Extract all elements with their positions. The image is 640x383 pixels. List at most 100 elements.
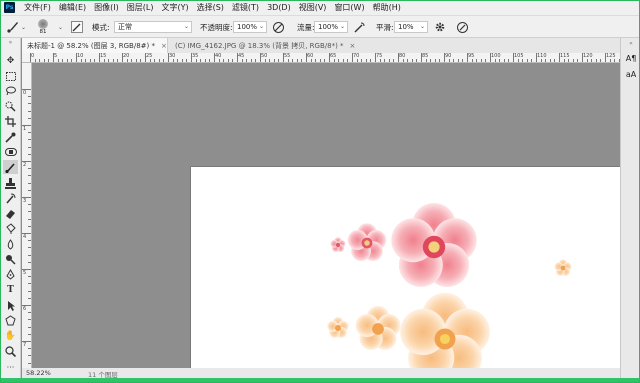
dodge-icon[interactable] bbox=[3, 252, 18, 266]
collapse-chevron-icon[interactable]: » bbox=[3, 39, 18, 46]
ruler-tick bbox=[209, 59, 211, 62]
marquee-icon[interactable] bbox=[3, 69, 18, 83]
lasso-icon[interactable] bbox=[3, 84, 18, 98]
smoothing-label: 平滑: bbox=[376, 22, 394, 32]
ruler-tick bbox=[361, 59, 363, 62]
ruler-tick bbox=[22, 341, 31, 342]
ruler-tick bbox=[28, 132, 31, 134]
document-tabs: 未标题-1 @ 58.2% (图层 3, RGB/8#) * × (C) IMG… bbox=[22, 38, 620, 53]
tab-label: 未标题-1 @ 58.2% (图层 3, RGB/8#) * bbox=[27, 41, 155, 50]
flow-input[interactable]: 100% ⌄ bbox=[314, 21, 348, 33]
menu-type[interactable]: 文字(Y) bbox=[157, 2, 192, 13]
menu-edit[interactable]: 编辑(E) bbox=[55, 2, 90, 13]
menu-help[interactable]: 帮助(H) bbox=[369, 2, 405, 13]
ruler-tick bbox=[28, 153, 31, 155]
chevron-down-icon: ⌄ bbox=[339, 23, 345, 30]
ruler-tick bbox=[591, 59, 593, 62]
ruler-tick bbox=[76, 53, 77, 62]
brush-preset-picker[interactable]: 81 bbox=[38, 16, 48, 38]
stamp-icon[interactable] bbox=[3, 176, 18, 190]
ruler-number: 7 bbox=[23, 342, 27, 348]
ruler-tick bbox=[53, 53, 54, 62]
airbrush-icon[interactable] bbox=[353, 16, 366, 38]
pressure-size-icon[interactable] bbox=[456, 16, 469, 38]
ruler-tick bbox=[80, 59, 82, 62]
tab-untitled-1[interactable]: 未标题-1 @ 58.2% (图层 3, RGB/8#) * × bbox=[22, 38, 168, 53]
quick-select-icon[interactable] bbox=[3, 99, 18, 113]
ruler-tick bbox=[342, 59, 344, 62]
menu-image[interactable]: 图像(I) bbox=[90, 2, 123, 13]
ruler-tick bbox=[112, 59, 114, 62]
brush-settings-panel-icon[interactable] bbox=[71, 21, 83, 33]
ruler-tick bbox=[407, 59, 409, 62]
ruler-tick bbox=[384, 59, 386, 62]
pressure-opacity-icon[interactable] bbox=[272, 16, 285, 38]
smoothing-value: 10% bbox=[398, 23, 414, 31]
crop-icon[interactable] bbox=[3, 114, 18, 128]
tool-preset-brush-icon[interactable]: ⌄ bbox=[6, 16, 26, 38]
ruler-tick bbox=[319, 59, 321, 62]
ruler-tick bbox=[283, 53, 284, 62]
ruler-tick bbox=[89, 59, 91, 62]
pen-icon[interactable] bbox=[3, 267, 18, 281]
canvas-workspace[interactable] bbox=[32, 63, 640, 383]
ruler-tick bbox=[28, 103, 31, 105]
ruler-tick bbox=[513, 53, 514, 62]
ruler-tick bbox=[28, 139, 31, 141]
paragraph-icon[interactable]: A¶ bbox=[625, 52, 637, 64]
menu-select[interactable]: 选择(S) bbox=[193, 2, 228, 13]
smoothing-input[interactable]: 10% ⌄ bbox=[394, 21, 428, 33]
menu-window[interactable]: 窗口(W) bbox=[330, 2, 368, 13]
character-icon[interactable]: aA bbox=[625, 68, 637, 80]
ruler-tick bbox=[554, 59, 556, 62]
menu-file[interactable]: 文件(F) bbox=[20, 2, 55, 13]
zoom-level[interactable]: 58.22% bbox=[26, 369, 51, 377]
ruler-tick bbox=[172, 59, 174, 62]
blur-icon[interactable] bbox=[3, 237, 18, 251]
eraser-icon[interactable] bbox=[3, 206, 18, 220]
ruler-tick bbox=[28, 110, 31, 112]
ruler-tick bbox=[30, 53, 31, 62]
ruler-tick bbox=[177, 59, 179, 62]
close-icon[interactable]: × bbox=[350, 42, 356, 50]
ruler-tick bbox=[28, 276, 31, 278]
expand-chevron-icon[interactable]: « bbox=[625, 40, 637, 47]
ruler-tick bbox=[200, 59, 202, 62]
ruler-tick bbox=[22, 269, 31, 270]
brush-icon[interactable] bbox=[3, 160, 18, 174]
healing-icon[interactable] bbox=[3, 145, 18, 159]
document-canvas[interactable] bbox=[191, 167, 640, 383]
opacity-input[interactable]: 100% ⌄ bbox=[233, 21, 267, 33]
vertical-ruler: 0 1 2 3 4 5 6 7 bbox=[22, 63, 32, 368]
ruler-tick bbox=[356, 59, 358, 62]
ruler-tick bbox=[296, 59, 298, 62]
zoom-icon[interactable] bbox=[3, 344, 18, 358]
mode-select[interactable]: 正常 ⌄ bbox=[114, 21, 192, 33]
ruler-number: 4 bbox=[23, 234, 27, 240]
more-tools-icon[interactable]: ··· bbox=[3, 360, 18, 374]
tab-img-4162[interactable]: (C) IMG_4162.JPG @ 18.3% (背景 拷贝, RGB/8*)… bbox=[170, 38, 370, 53]
ruler-tick bbox=[237, 53, 238, 62]
chevron-down-icon[interactable]: ⌄ bbox=[58, 16, 63, 38]
gradient-icon[interactable] bbox=[3, 221, 18, 235]
ruler-number: 3 bbox=[23, 198, 27, 204]
ruler-tick bbox=[370, 59, 372, 62]
hand-icon[interactable]: ✋ bbox=[3, 329, 18, 343]
type-icon[interactable]: T bbox=[3, 283, 18, 297]
gear-icon[interactable] bbox=[434, 16, 446, 38]
move-icon[interactable]: ✥ bbox=[3, 54, 18, 68]
ruler-tick bbox=[499, 59, 501, 62]
ruler-number: 5 bbox=[23, 270, 27, 276]
ruler-tick bbox=[94, 59, 96, 62]
ruler-tick bbox=[568, 59, 570, 62]
history-brush-icon[interactable] bbox=[3, 191, 18, 205]
menu-view[interactable]: 视图(V) bbox=[295, 2, 331, 13]
menu-layer[interactable]: 图层(L) bbox=[123, 2, 158, 13]
ruler-tick bbox=[462, 59, 464, 62]
eyedropper-icon[interactable] bbox=[3, 130, 18, 144]
menu-3d[interactable]: 3D(D) bbox=[263, 3, 295, 12]
menu-filter[interactable]: 滤镜(T) bbox=[228, 2, 263, 13]
path-select-icon[interactable] bbox=[3, 298, 18, 312]
shape-icon[interactable] bbox=[3, 313, 18, 327]
close-icon[interactable]: × bbox=[161, 42, 167, 50]
